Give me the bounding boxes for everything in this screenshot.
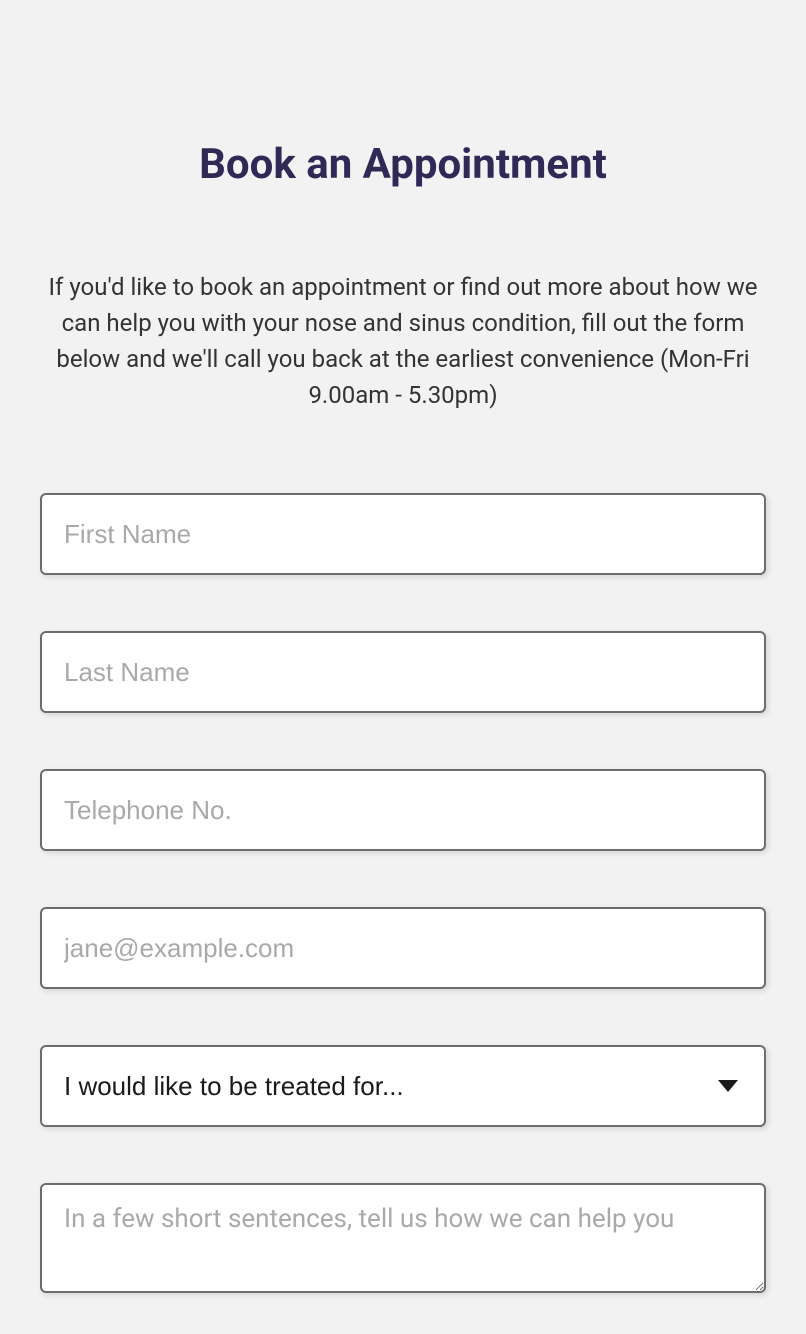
telephone-field-wrapper: [40, 769, 766, 851]
last-name-input[interactable]: [40, 631, 766, 713]
message-textarea[interactable]: [40, 1183, 766, 1293]
first-name-input[interactable]: [40, 493, 766, 575]
message-field-wrapper: [40, 1183, 766, 1297]
first-name-field-wrapper: [40, 493, 766, 575]
page-title: Book an Appointment: [40, 140, 766, 189]
telephone-input[interactable]: [40, 769, 766, 851]
treatment-select-wrapper: I would like to be treated for...: [40, 1045, 766, 1127]
treatment-field-wrapper: I would like to be treated for...: [40, 1045, 766, 1127]
form-description: If you'd like to book an appointment or …: [40, 269, 766, 413]
email-field-wrapper: [40, 907, 766, 989]
appointment-form-container: Book an Appointment If you'd like to boo…: [40, 140, 766, 1297]
treatment-select[interactable]: I would like to be treated for...: [40, 1045, 766, 1127]
last-name-field-wrapper: [40, 631, 766, 713]
email-input[interactable]: [40, 907, 766, 989]
